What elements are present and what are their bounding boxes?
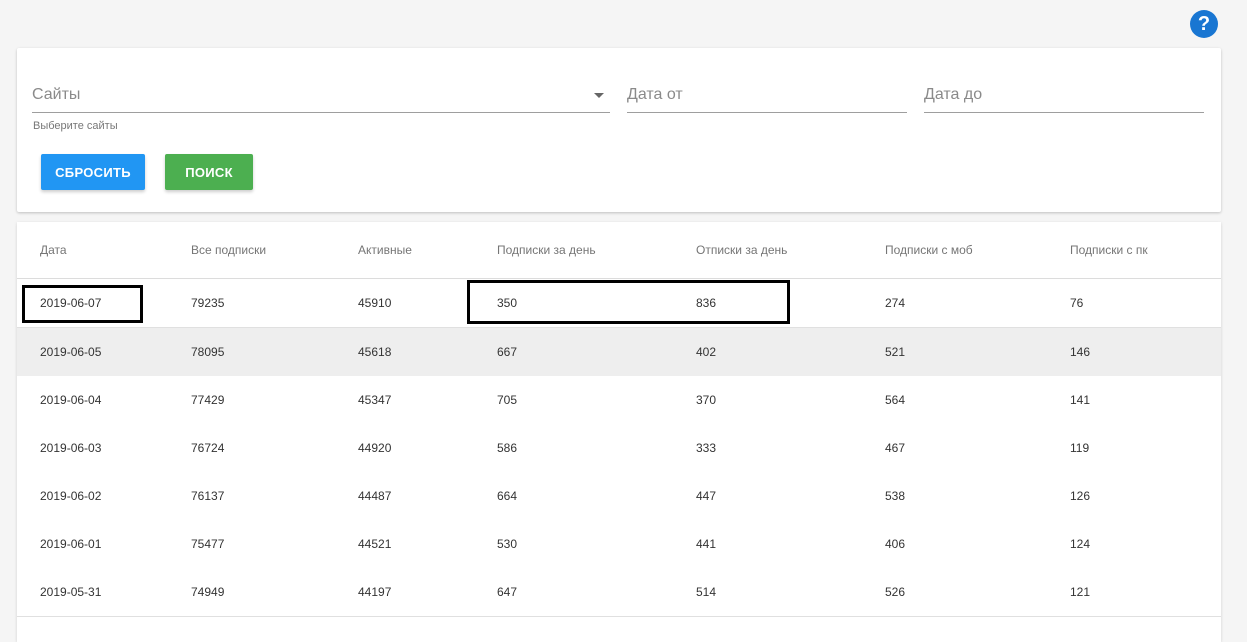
- reset-button[interactable]: СБРОСИТЬ: [41, 154, 145, 190]
- cell-all: 76137: [191, 489, 225, 503]
- cell-subs-pc: 119: [1070, 441, 1090, 455]
- cell-subs-day: 667: [497, 345, 518, 359]
- cell-subs-pc: 141: [1070, 393, 1091, 407]
- cell-unsubs-day: 441: [696, 537, 717, 551]
- cell-active: 45347: [358, 393, 392, 407]
- cell-active: 44197: [358, 585, 392, 599]
- cell-subs-mobile: 406: [885, 537, 906, 551]
- table-header: Дата Все подписки Активные Подписки за д…: [17, 222, 1221, 279]
- cell-unsubs-day: 333: [696, 441, 717, 455]
- cell-all: 76724: [191, 441, 225, 455]
- date-to-field[interactable]: Дата до: [924, 78, 1204, 113]
- table-row[interactable]: 2019-06-02 76137 44487 664 447 538 126: [17, 472, 1221, 521]
- header-all-subscriptions[interactable]: Все подписки: [191, 243, 266, 257]
- cell-unsubs-day: 447: [696, 489, 717, 503]
- cell-all: 79235: [191, 296, 225, 310]
- chevron-down-icon[interactable]: [594, 93, 604, 98]
- annotation-box-day-stats: [467, 280, 790, 324]
- header-subs-pc[interactable]: Подписки с пк: [1070, 243, 1148, 257]
- header-unsubs-per-day[interactable]: Отписки за день: [696, 243, 787, 257]
- search-button[interactable]: ПОИСК: [165, 154, 253, 190]
- cell-all: 74949: [191, 585, 225, 599]
- cell-subs-pc: 126: [1070, 489, 1091, 503]
- sites-select[interactable]: Сайты: [32, 78, 610, 113]
- cell-date: 2019-06-03: [40, 441, 102, 455]
- cell-date: 2019-06-04: [40, 393, 102, 407]
- cell-active: 44521: [358, 537, 392, 551]
- cell-all: 78095: [191, 345, 225, 359]
- cell-date: 2019-05-31: [40, 585, 102, 599]
- header-subs-mobile[interactable]: Подписки с моб: [885, 243, 973, 257]
- cell-date: 2019-06-05: [40, 345, 102, 359]
- cell-subs-pc: 146: [1070, 345, 1091, 359]
- cell-subs-pc: 121: [1070, 585, 1091, 599]
- cell-subs-day: 586: [497, 441, 518, 455]
- cell-active: 44920: [358, 441, 392, 455]
- cell-active: 44487: [358, 489, 392, 503]
- table-row[interactable]: 2019-06-03 76724 44920 586 333 467 119: [17, 424, 1221, 473]
- help-icon[interactable]: ?: [1190, 10, 1218, 38]
- cell-unsubs-day: 370: [696, 393, 717, 407]
- cell-subs-mobile: 521: [885, 345, 906, 359]
- cell-all: 75477: [191, 537, 225, 551]
- cell-date: 2019-06-02: [40, 489, 102, 503]
- date-from-label: Дата от: [627, 86, 683, 103]
- sites-helper-text: Выберите сайты: [33, 120, 118, 132]
- sites-label: Сайты: [32, 86, 81, 103]
- cell-unsubs-day: 514: [696, 585, 717, 599]
- table-row[interactable]: 2019-05-31 74949 44197 647 514 526 121: [17, 568, 1221, 617]
- cell-subs-day: 705: [497, 393, 518, 407]
- date-to-label: Дата до: [924, 86, 983, 103]
- cell-all: 77429: [191, 393, 225, 407]
- cell-unsubs-day: 402: [696, 345, 717, 359]
- header-subs-per-day[interactable]: Подписки за день: [497, 243, 596, 257]
- header-date[interactable]: Дата: [40, 243, 67, 257]
- cell-subs-day: 664: [497, 489, 518, 503]
- cell-subs-mobile: 564: [885, 393, 906, 407]
- cell-subs-mobile: 526: [885, 585, 906, 599]
- cell-subs-day: 530: [497, 537, 518, 551]
- cell-active: 45910: [358, 296, 392, 310]
- table-row[interactable]: 2019-06-01 75477 44521 530 441 406 124: [17, 520, 1221, 569]
- cell-active: 45618: [358, 345, 392, 359]
- header-active[interactable]: Активные: [358, 243, 412, 257]
- filter-panel: Сайты Выберите сайты Дата от Дата до СБР…: [17, 48, 1221, 212]
- cell-subs-mobile: 467: [885, 441, 906, 455]
- date-from-field[interactable]: Дата от: [627, 78, 907, 113]
- table-row[interactable]: 2019-06-04 77429 45347 705 370 564 141: [17, 376, 1221, 425]
- cell-date: 2019-06-01: [40, 537, 102, 551]
- cell-subs-pc: 76: [1070, 296, 1084, 310]
- cell-subs-day: 647: [497, 585, 518, 599]
- cell-subs-mobile: 538: [885, 489, 906, 503]
- cell-subs-mobile: 274: [885, 296, 906, 310]
- cell-subs-pc: 124: [1070, 537, 1091, 551]
- annotation-box-date: [22, 285, 143, 323]
- table-row[interactable]: 2019-06-05 78095 45618 667 402 521 146: [17, 328, 1221, 377]
